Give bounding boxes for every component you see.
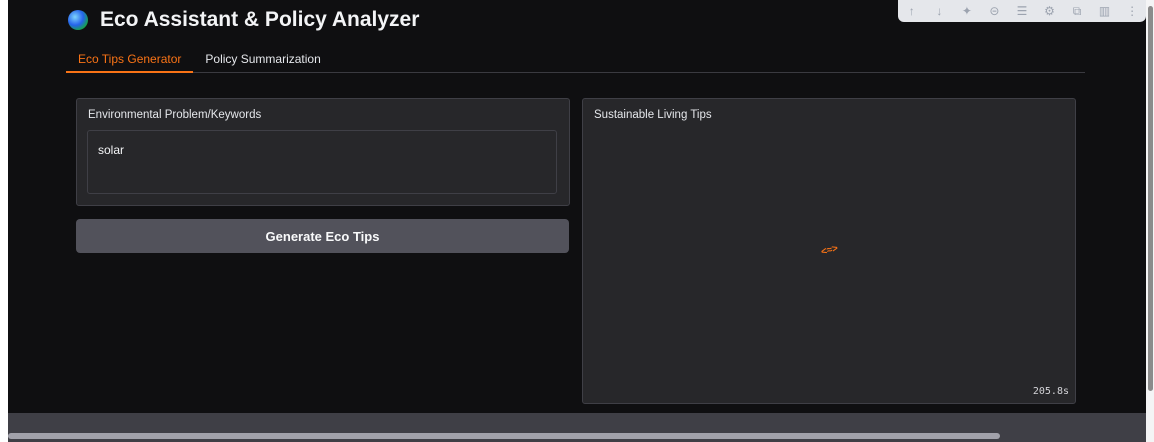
generate-eco-tips-button[interactable]: Generate Eco Tips bbox=[76, 219, 569, 253]
loading-spinner-icon: <≈> bbox=[819, 242, 840, 259]
cell-toolbar: ↑ ↓ ✦ ⊝ ☰ ⚙ ⧉ ▥ ⋮ bbox=[898, 0, 1146, 22]
comment-icon[interactable]: ☰ bbox=[1014, 4, 1030, 18]
more-icon[interactable]: ⋮ bbox=[1124, 4, 1140, 18]
trash-icon[interactable]: ▥ bbox=[1097, 4, 1113, 18]
input-panel: Environmental Problem/Keywords solar bbox=[76, 98, 570, 206]
tab-eco-tips-generator[interactable]: Eco Tips Generator bbox=[66, 44, 194, 73]
mirror-icon[interactable]: ⧉ bbox=[1069, 4, 1085, 19]
arrow-up-icon[interactable]: ↑ bbox=[904, 4, 920, 18]
output-panel: Sustainable Living Tips <≈> 205.8s bbox=[582, 98, 1076, 404]
vertical-scrollbar[interactable] bbox=[1148, 6, 1153, 391]
page-title: Eco Assistant & Policy Analyzer bbox=[68, 8, 419, 32]
keywords-input[interactable]: solar bbox=[87, 130, 557, 194]
tab-policy-summarization[interactable]: Policy Summarization bbox=[193, 44, 332, 72]
tab-bar: Eco Tips Generator Policy Summarization bbox=[66, 44, 1085, 73]
globe-icon bbox=[68, 10, 88, 30]
horizontal-scrollbar[interactable] bbox=[8, 433, 1000, 439]
gear-icon[interactable]: ⚙ bbox=[1042, 4, 1058, 18]
app-title: Eco Assistant & Policy Analyzer bbox=[100, 8, 420, 31]
link-icon[interactable]: ⊝ bbox=[986, 4, 1002, 18]
arrow-down-icon[interactable]: ↓ bbox=[931, 4, 947, 18]
elapsed-timer: 205.8s bbox=[1032, 386, 1069, 397]
app-window: Eco Assistant & Policy Analyzer Eco Tips… bbox=[8, 0, 1146, 413]
output-label: Sustainable Living Tips bbox=[594, 109, 712, 121]
sparkle-icon[interactable]: ✦ bbox=[959, 4, 975, 18]
input-label: Environmental Problem/Keywords bbox=[88, 109, 262, 121]
